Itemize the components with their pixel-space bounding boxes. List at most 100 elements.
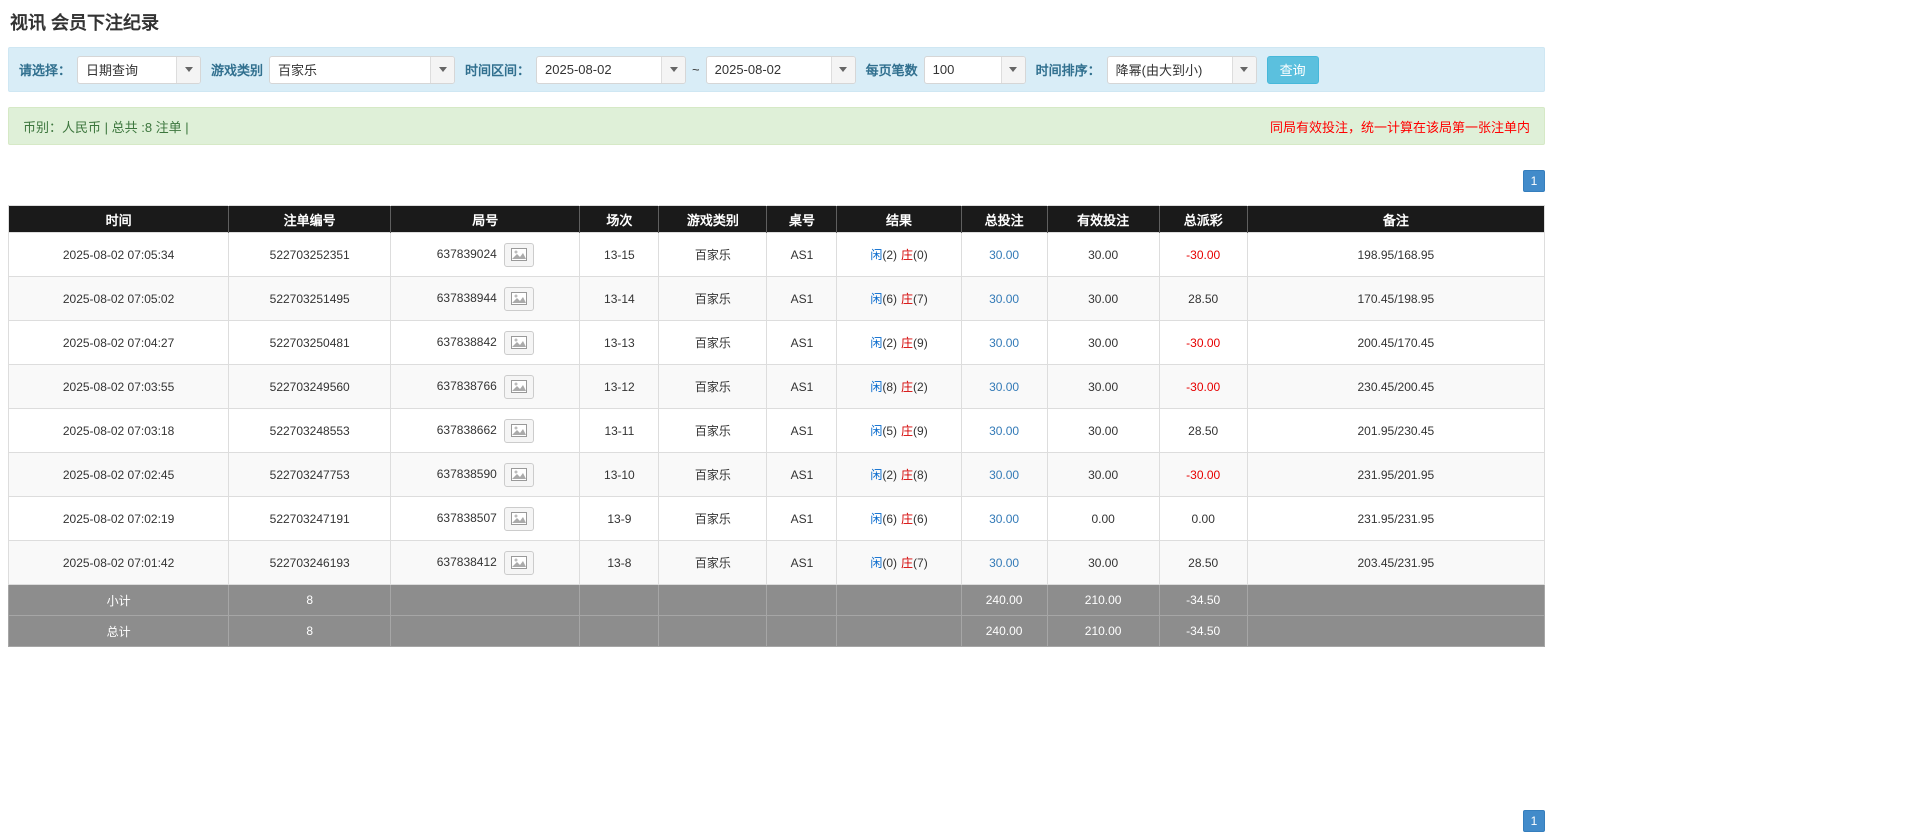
time-cell: 2025-08-02 07:05:34 [7,232,230,277]
select-type-label: 请选择： [19,63,72,78]
round-id-cell: 637838507 [390,496,581,541]
round-detail-button[interactable] [503,286,534,311]
total-bet-link[interactable]: 30.00 [989,424,1019,438]
page-button-1[interactable]: 1 [1523,170,1545,192]
date-range-label: 时间区间： [465,63,531,78]
remark-cell: 200.45/170.45 [1246,320,1546,365]
round-id: 637838412 [436,554,497,569]
round-detail-button[interactable] [503,506,534,531]
round-id-cell: 637838944 [390,276,581,321]
table-row: 2025-08-02 07:03:55 522703249560 6378387… [7,364,1546,409]
search-button[interactable]: 查询 [1266,55,1319,84]
picture-icon [510,336,527,349]
table-no-cell: AS1 [766,232,838,277]
round-detail-button[interactable] [503,374,534,399]
table-no-cell: AS1 [766,364,838,409]
chevron-down-icon[interactable] [1231,56,1256,83]
valid-bet-cell: 30.00 [1046,232,1160,277]
header-table-no: 桌号 [766,205,838,233]
table-no-cell: AS1 [766,408,838,453]
payout-cell: -30.00 [1158,452,1248,497]
table-row: 2025-08-02 07:05:34 522703252351 6378390… [7,232,1546,277]
table-no-cell: AS1 [766,320,838,365]
total-bet-link[interactable]: 30.00 [989,512,1019,526]
picture-icon [510,424,527,437]
chevron-down-icon[interactable] [176,56,201,83]
result-player-num: (6) [882,292,898,306]
pagination-bottom: 1 [8,810,1545,832]
total-bet-link[interactable]: 30.00 [989,380,1019,394]
select-type-value: 日期查询 [86,63,139,78]
result-cell: 闲(2) 庄(8) [836,452,962,497]
picture-icon [510,248,527,261]
remark-cell: 170.45/198.95 [1246,276,1546,321]
payout-cell: 28.50 [1158,408,1248,453]
result-banker-num: (9) [913,424,928,438]
bet-id-cell: 522703251495 [228,276,392,321]
total-bet-link[interactable]: 30.00 [989,292,1019,306]
time-cell: 2025-08-02 07:05:02 [7,276,230,321]
date-from-combo[interactable]: 2025-08-02 [536,55,687,84]
result-cell: 闲(8) 庄(2) [836,364,962,409]
remark-cell: 231.95/201.95 [1246,452,1546,497]
round-id-cell: 637838590 [390,452,581,497]
header-payout: 总派彩 [1159,205,1248,233]
page-title: 视讯 会员下注纪录 [10,13,160,33]
round-detail-button[interactable] [503,550,534,575]
round-id: 637838507 [436,510,497,525]
round-detail-button[interactable] [503,418,534,443]
result-banker-num: (8) [913,468,928,482]
payout-cell: 28.50 [1158,276,1248,321]
bet-id-cell: 522703246193 [228,540,392,585]
round-detail-button[interactable] [503,330,534,355]
result-banker-num: (7) [913,556,928,570]
round-detail-button[interactable] [503,462,534,487]
page-size-combo[interactable]: 100 [923,55,1026,84]
result-banker-label: 庄 [901,468,914,482]
result-banker-num: (6) [913,512,928,526]
header-remark: 备注 [1247,205,1545,233]
time-cell: 2025-08-02 07:02:45 [7,452,230,497]
game-type-cell: 百家乐 [658,496,768,541]
valid-bet-notice: 同局有效投注，统一计算在该局第一张注单内 [1269,119,1530,135]
chevron-down-icon[interactable] [830,56,855,83]
total-bet-cell: 30.00 [960,276,1048,321]
total-bet-link[interactable]: 30.00 [989,248,1019,262]
bet-id-cell: 522703250481 [228,320,392,365]
chevron-down-icon[interactable] [1000,56,1025,83]
date-to-combo[interactable]: 2025-08-02 [705,55,856,84]
result-cell: 闲(6) 庄(6) [836,496,962,541]
session-cell: 13-13 [579,320,660,365]
round-detail-button[interactable] [503,242,534,267]
result-banker-num: (0) [913,248,928,262]
bet-id-cell: 522703248553 [228,408,392,453]
filter-date-range: 时间区间： 2025-08-02 ~ 2025-08-02 [465,55,856,84]
round-id: 637839024 [436,246,497,261]
result-player-num: (5) [882,424,898,438]
select-type-combo[interactable]: 日期查询 [77,55,202,84]
total-bet-link[interactable]: 30.00 [989,336,1019,350]
chevron-down-icon[interactable] [661,56,686,83]
round-id-cell: 637839024 [390,232,581,277]
table-row: 2025-08-02 07:03:18 522703248553 6378386… [7,408,1546,453]
filter-bar: 请选择： 日期查询 游戏类别 百家乐 时间区间： 2025-08-02 ~ 20… [8,47,1545,92]
remark-cell: 203.45/231.95 [1246,540,1546,585]
sort-combo[interactable]: 降幂(由大到小) [1106,55,1257,84]
picture-icon [510,380,527,393]
picture-icon [510,292,527,305]
total-bet-link[interactable]: 30.00 [989,468,1019,482]
total-bet-link[interactable]: 30.00 [989,556,1019,570]
filter-sort: 时间排序： 降幂(由大到小) [1036,55,1257,84]
round-id: 637838944 [436,290,497,305]
filter-select-type: 请选择： 日期查询 [19,55,202,84]
game-type-combo[interactable]: 百家乐 [269,55,456,84]
date-range-separator: ~ [692,62,700,77]
round-id-cell: 637838842 [390,320,581,365]
picture-icon [510,512,527,525]
result-banker-label: 庄 [901,424,914,438]
chevron-down-icon[interactable] [430,56,455,83]
subtotal-total-bet: 240.00 [960,584,1048,616]
result-cell: 闲(2) 庄(0) [836,232,962,277]
grand-total-valid-bet: 210.00 [1046,615,1160,647]
page-button-1[interactable]: 1 [1523,810,1545,832]
